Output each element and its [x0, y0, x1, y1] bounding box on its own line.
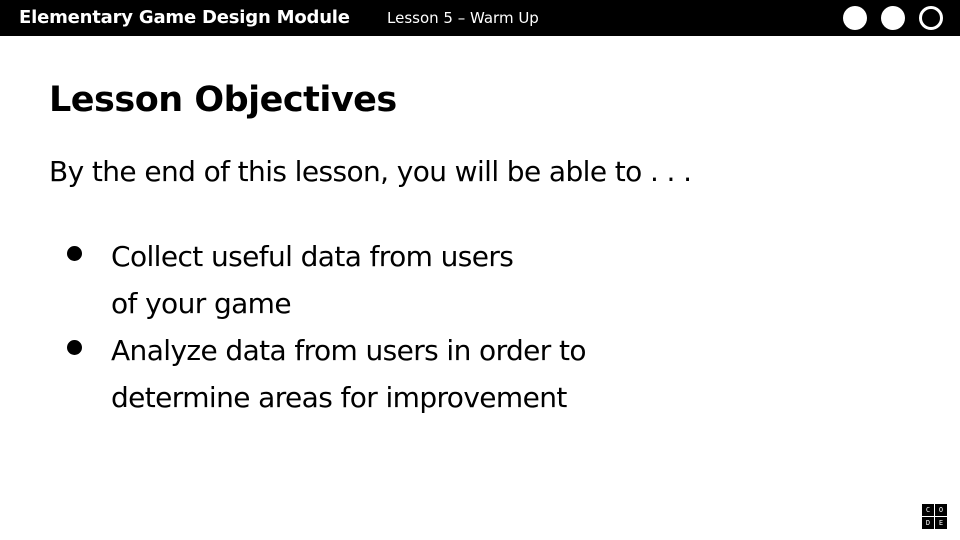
page-title: Lesson Objectives — [49, 80, 397, 120]
objective-item: Collect useful data from users of your g… — [67, 233, 707, 327]
logo-letter: C — [922, 504, 934, 516]
lesson-label: Lesson 5 – Warm Up — [387, 9, 539, 27]
progress-indicator — [843, 6, 943, 30]
module-title: Elementary Game Design Module — [19, 7, 350, 28]
intro-text: By the end of this lesson, you will be a… — [49, 155, 692, 188]
objective-text-line: determine areas for improvement — [111, 381, 567, 414]
logo-letter: D — [922, 517, 934, 529]
logo-letter: O — [935, 504, 947, 516]
progress-dot-incomplete-icon — [919, 6, 943, 30]
slide: Elementary Game Design Module Lesson 5 –… — [0, 0, 960, 540]
logo-letter: E — [935, 517, 947, 529]
bullet-icon — [67, 340, 82, 355]
objective-text-line: Analyze data from users in order to — [111, 334, 587, 367]
objective-text-line: Collect useful data from users — [111, 240, 514, 273]
bullet-icon — [67, 246, 82, 261]
header-bar: Elementary Game Design Module Lesson 5 –… — [0, 0, 960, 36]
objectives-list: Collect useful data from users of your g… — [67, 233, 707, 421]
objective-item: Analyze data from users in order to dete… — [67, 327, 707, 421]
objective-text-line: of your game — [111, 287, 292, 320]
progress-dot-complete-icon — [843, 6, 867, 30]
progress-dot-complete-icon — [881, 6, 905, 30]
code-logo: C O D E — [922, 504, 947, 529]
